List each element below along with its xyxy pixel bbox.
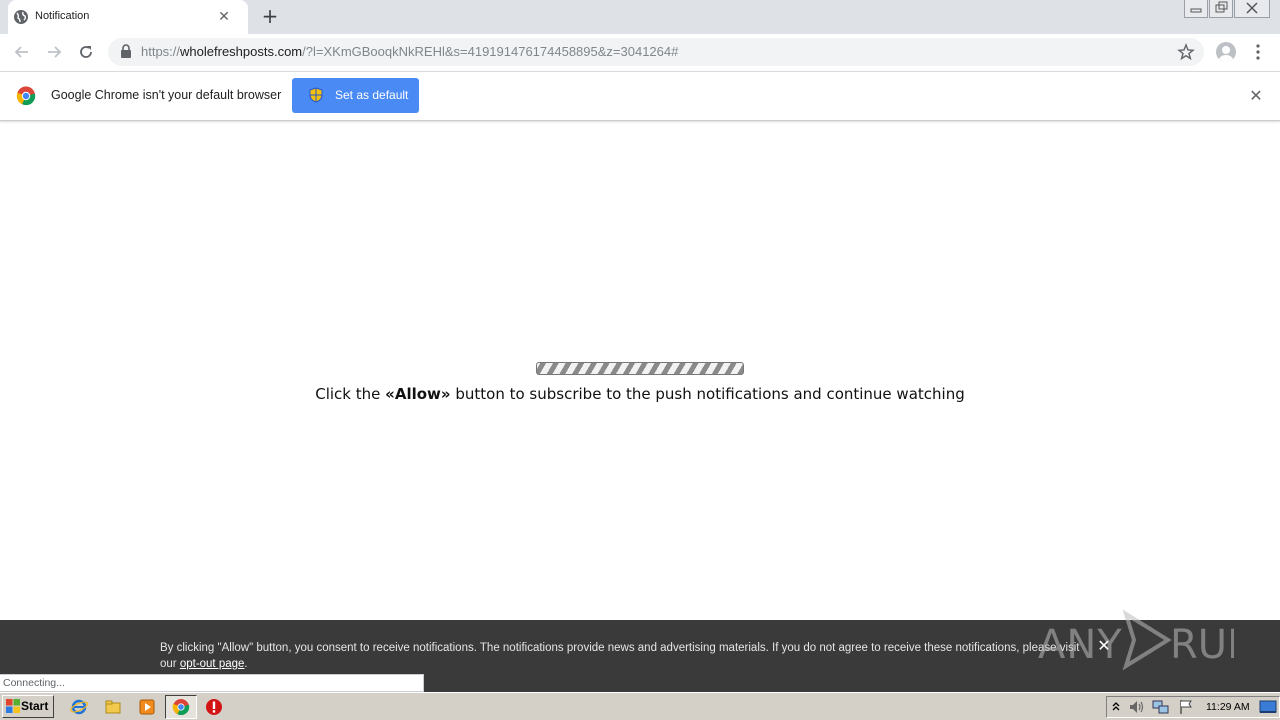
anyrun-watermark-logo: ANY RUN: [1038, 609, 1234, 671]
allow-prompt-message: Click the «Allow» button to subscribe to…: [0, 385, 1280, 403]
new-tab-button[interactable]: +: [260, 6, 280, 26]
url-text[interactable]: https://wholefreshposts.com/?l=XKmGBooqk…: [141, 44, 678, 59]
consent-close-icon[interactable]: ✕: [1096, 638, 1112, 654]
set-as-default-label[interactable]: Set as default: [335, 88, 408, 102]
tab-title: Notification: [35, 10, 90, 22]
antivirus-alert-icon[interactable]: [205, 698, 223, 716]
window-close-button[interactable]: [1234, 0, 1270, 18]
svg-text:RUN: RUN: [1170, 622, 1234, 668]
taskbar-clock[interactable]: 11:29 AM: [1206, 701, 1250, 713]
message-before: Click the: [315, 385, 386, 403]
message-after: button to subscribe to the push notifica…: [450, 385, 965, 403]
back-arrow-icon[interactable]: [12, 42, 32, 62]
infobar-close-icon[interactable]: ✕: [1248, 88, 1264, 104]
consent-message: By clicking "Allow" button, you consent …: [160, 642, 1080, 670]
url-path: /?l=XKmGBooqkNkREHl&s=419191476174458895…: [302, 44, 679, 59]
kebab-menu-icon[interactable]: [1250, 43, 1266, 61]
lock-icon[interactable]: [120, 44, 132, 58]
window-minimize-button[interactable]: [1184, 0, 1208, 18]
chrome-logo-icon: [16, 86, 36, 106]
message-bold: «Allow»: [385, 385, 451, 403]
network-icon[interactable]: [1152, 699, 1170, 715]
ie-icon[interactable]: [70, 698, 88, 716]
consent-text: By clicking "Allow" button, you consent …: [160, 640, 1080, 672]
profile-avatar-icon[interactable]: [1216, 42, 1236, 62]
infobar-message: Google Chrome isn't your default browser: [51, 88, 282, 102]
media-player-icon[interactable]: [138, 698, 156, 716]
loading-progress-bar: [536, 362, 744, 375]
uac-shield-icon: [309, 87, 323, 103]
bookmark-star-icon[interactable]: [1177, 43, 1195, 61]
action-center-flag-icon[interactable]: [1178, 699, 1194, 715]
explorer-folder-icon[interactable]: [104, 698, 122, 716]
chrome-icon[interactable]: [172, 698, 190, 716]
show-desktop-icon[interactable]: [1259, 699, 1277, 715]
url-scheme: https://: [141, 44, 181, 59]
window-restore-button[interactable]: [1209, 0, 1233, 18]
url-host: wholefreshposts.com: [180, 44, 303, 59]
tray-expand-icon[interactable]: [1111, 700, 1121, 712]
globe-icon: [14, 10, 28, 24]
forward-arrow-icon[interactable]: [44, 42, 64, 62]
status-bubble: Connecting...: [0, 674, 424, 692]
tab-close-icon[interactable]: ✕: [216, 9, 232, 25]
start-label[interactable]: Start: [21, 699, 48, 713]
windows-flag-icon: [6, 699, 20, 713]
consent-period: .: [244, 658, 248, 670]
opt-out-link[interactable]: opt-out page: [180, 658, 245, 670]
reload-icon[interactable]: [76, 42, 96, 62]
volume-icon[interactable]: [1128, 699, 1146, 715]
